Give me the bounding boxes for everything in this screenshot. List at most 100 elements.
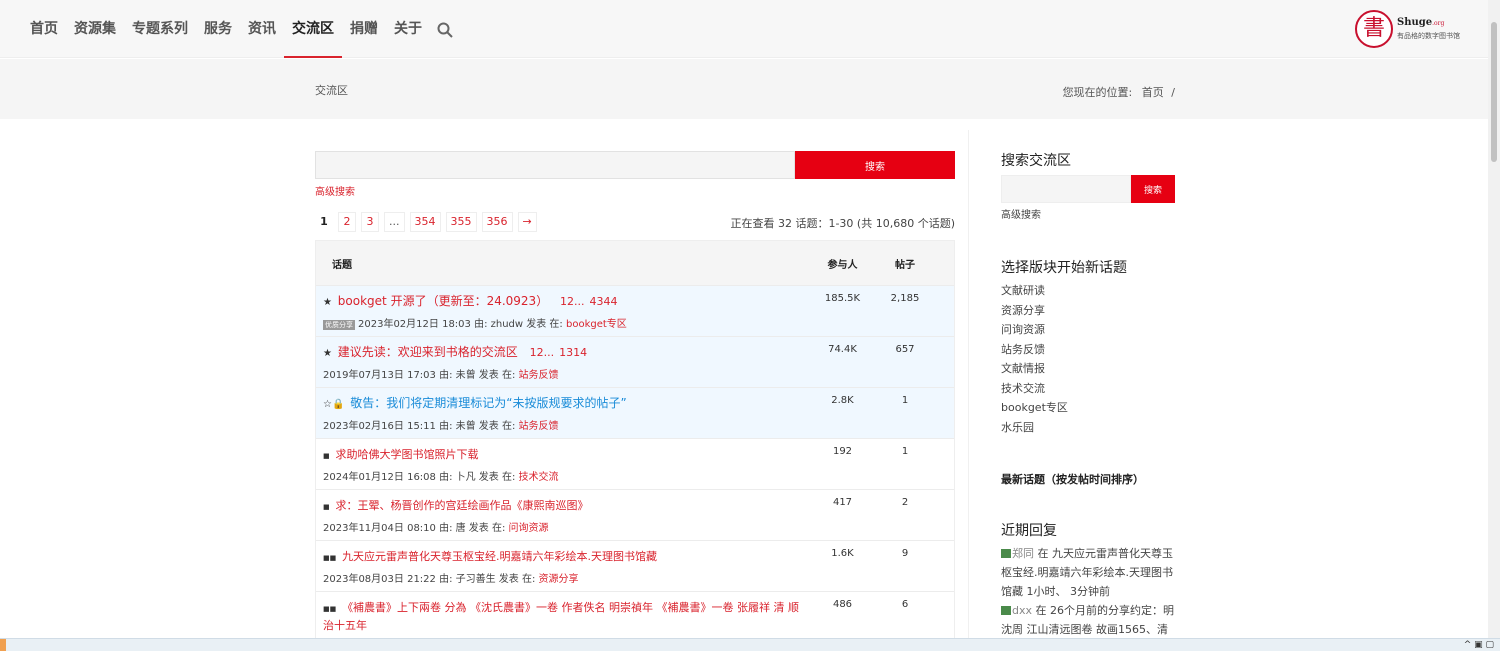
topic-title[interactable]: 建议先读：欢迎来到书格的交流区 [338, 345, 518, 359]
topic-meta: 2023年08月03日 21:22 由: 子习善生 发表 在: [323, 574, 536, 585]
topic-page-link[interactable]: 2 [537, 346, 544, 359]
topic-forum-link[interactable]: 技术交流 [519, 472, 559, 483]
featured-badge: 优质分享 [323, 320, 355, 330]
topic-page-link[interactable]: 13 [559, 346, 573, 359]
topic-title[interactable]: 敬告：我们将定期清理标记为“未按版规要求的帖子” [350, 396, 626, 410]
topic-bubbles-icon: ■■ [323, 605, 337, 613]
forum-link[interactable]: bookget专区 [1001, 398, 1127, 418]
forum-search: 搜索 [315, 151, 955, 179]
nav-news[interactable]: 资讯 [240, 0, 284, 58]
forum-search-input[interactable] [315, 151, 795, 179]
topic-bubble-icon: ■ [323, 452, 330, 460]
topic-bubbles-icon: ■■ [323, 554, 337, 562]
page-current: 1 [315, 212, 333, 232]
nav-services[interactable]: 服务 [196, 0, 240, 58]
sticky-lock-icon: ☆🔒 [323, 399, 345, 410]
topic-title[interactable]: 求：王翚、杨晋创作的宫廷绘画作品《康熙南巡图》 [335, 499, 588, 512]
recent-reply-item: 郑同 在 九天应元雷声普化天尊玉枢宝经.明嘉靖六年彩绘本.天理图书馆藏 1小时、… [1001, 544, 1179, 601]
taskbar-strip: ^ ▣ ▢ [0, 638, 1500, 651]
topic-title[interactable]: 求助哈佛大学图书馆照片下载 [335, 448, 478, 461]
topic-forum-link[interactable]: 资源分享 [539, 574, 579, 585]
topic-meta: 2024年01月12日 16:08 由: 卜凡 发表 在: [323, 472, 516, 483]
logo-seal: 書 [1355, 10, 1393, 48]
topic-meta: 2023年02月12日 18:03 由: zhudw 发表 在: [358, 319, 563, 330]
topic-page-ellipsis: ... [543, 346, 555, 359]
topic-page-link[interactable]: 1 [560, 295, 567, 308]
forum-link[interactable]: 文献研读 [1001, 281, 1127, 301]
header-posts: 帖子 [895, 259, 915, 271]
topic-posts: 6 [901, 599, 909, 610]
search-icon[interactable] [436, 21, 454, 39]
recent-replies-title: 近期回复 [1001, 523, 1057, 539]
sidebar-search-button[interactable]: 搜索 [1131, 175, 1175, 203]
topic-voices: 417 [832, 497, 853, 508]
topic-voices: 2.8K [831, 395, 854, 406]
topics-table: 话题 参与人 帖子 ★ bookget 开源了（更新至：24.0923） 12.… [315, 240, 955, 643]
topic-forum-link[interactable]: bookget专区 [566, 319, 627, 330]
next-page-arrow[interactable]: → [517, 212, 537, 232]
page-link[interactable]: 356 [481, 212, 513, 232]
topic-posts: 2,185 [890, 293, 920, 304]
page-scrollbar[interactable] [1488, 0, 1500, 651]
forum-link[interactable]: 文献情报 [1001, 359, 1127, 379]
main-nav: 首页 资源集 专题系列 服务 资讯 交流区 捐赠 关于 [22, 0, 454, 58]
user-avatar-icon [1001, 549, 1011, 558]
sticky-star-icon: ★ [323, 348, 332, 359]
nav-about[interactable]: 关于 [386, 0, 430, 58]
breadcrumb-home[interactable]: 首页 [1142, 86, 1164, 99]
reply-user[interactable]: dxx [1012, 604, 1032, 617]
forum-search-button[interactable]: 搜索 [795, 151, 955, 179]
topic-voices: 74.4K [828, 344, 857, 355]
forum-link[interactable]: 水乐园 [1001, 418, 1127, 438]
site-logo[interactable]: 書 Shuge.org 有品格的数字图书馆 [1355, 10, 1460, 48]
topic-forum-link[interactable]: 站务反馈 [519, 421, 559, 432]
forum-link[interactable]: 技术交流 [1001, 379, 1127, 399]
advanced-search-link[interactable]: 高级搜索 [315, 183, 955, 198]
topic-posts: 657 [895, 344, 915, 355]
topic-meta: 2023年11月04日 08:10 由: 唐 发表 在: [323, 523, 506, 534]
topic-title[interactable]: 九天应元雷声普化天尊玉枢宝经.明嘉靖六年彩绘本.天理图书馆藏 [342, 550, 657, 563]
topic-page-link[interactable]: 43 [590, 295, 604, 308]
table-row: ■■ 《補農書》上下兩卷 分為 《沈氏農書》一卷 作者佚名 明崇禎年 《補農書》… [316, 591, 954, 642]
page-link[interactable]: 354 [409, 212, 441, 232]
topic-forum-link[interactable]: 问询资源 [509, 523, 549, 534]
nav-donate[interactable]: 捐赠 [342, 0, 386, 58]
logo-name: Shuge [1397, 16, 1433, 28]
nav-home[interactable]: 首页 [22, 0, 66, 58]
user-avatar-icon [1001, 606, 1011, 615]
sidebar-forums-widget: 选择版块开始新话题 文献研读 资源分享 问询资源 站务反馈 文献情报 技术交流 … [1001, 257, 1127, 437]
sidebar: 搜索交流区 搜索 高级搜索 选择版块开始新话题 文献研读 资源分享 问询资源 站… [968, 130, 1488, 651]
page-link[interactable]: 3 [361, 212, 379, 232]
top-navbar: 首页 资源集 专题系列 服务 资讯 交流区 捐赠 关于 書 Shuge.org … [0, 0, 1488, 58]
table-row: ■ 求助哈佛大学图书馆照片下载 2024年01月12日 16:08 由: 卜凡 … [316, 438, 954, 489]
topic-voices: 486 [832, 599, 853, 610]
topic-page-link[interactable]: 44 [604, 295, 618, 308]
forum-link[interactable]: 站务反馈 [1001, 340, 1127, 360]
nav-collections[interactable]: 资源集 [66, 0, 124, 58]
scrollbar-thumb[interactable] [1491, 22, 1497, 162]
page-link[interactable]: 355 [445, 212, 477, 232]
topic-page-link[interactable]: 1 [530, 346, 537, 359]
reply-user[interactable]: 郑同 [1012, 547, 1034, 560]
sidebar-advanced-search-link[interactable]: 高级搜索 [1001, 206, 1175, 221]
nav-forum[interactable]: 交流区 [284, 0, 342, 58]
header-voices: 参与人 [827, 259, 858, 271]
forum-list: 文献研读 资源分享 问询资源 站务反馈 文献情报 技术交流 bookget专区 … [1001, 281, 1127, 437]
topic-title[interactable]: bookget 开源了（更新至：24.0923） [338, 294, 548, 308]
taskbar-accent [0, 639, 6, 651]
forum-link[interactable]: 问询资源 [1001, 320, 1127, 340]
tray-icons[interactable]: ^ ▣ ▢ [1464, 639, 1494, 651]
page-link[interactable]: 2 [338, 212, 356, 232]
topic-page-link[interactable]: 2 [567, 295, 574, 308]
topic-title[interactable]: 《補農書》上下兩卷 分為 《沈氏農書》一卷 作者佚名 明崇禎年 《補農書》一卷 … [323, 601, 799, 632]
topic-page-link[interactable]: 14 [573, 346, 587, 359]
viewing-count: 正在查看 32 话题：1-30 (共 10,680 个话题) [730, 217, 955, 230]
topic-meta: 2019年07月13日 17:03 由: 未曾 发表 在: [323, 370, 516, 381]
forum-link[interactable]: 资源分享 [1001, 301, 1127, 321]
sidebar-search-widget: 搜索交流区 搜索 高级搜索 [1001, 150, 1175, 221]
sidebar-search-input[interactable] [1001, 175, 1131, 203]
nav-series[interactable]: 专题系列 [124, 0, 196, 58]
breadcrumb-label: 您现在的位置: [1062, 86, 1133, 99]
breadcrumb: 您现在的位置: 首页 / [1059, 84, 1175, 100]
topic-forum-link[interactable]: 站务反馈 [519, 370, 559, 381]
